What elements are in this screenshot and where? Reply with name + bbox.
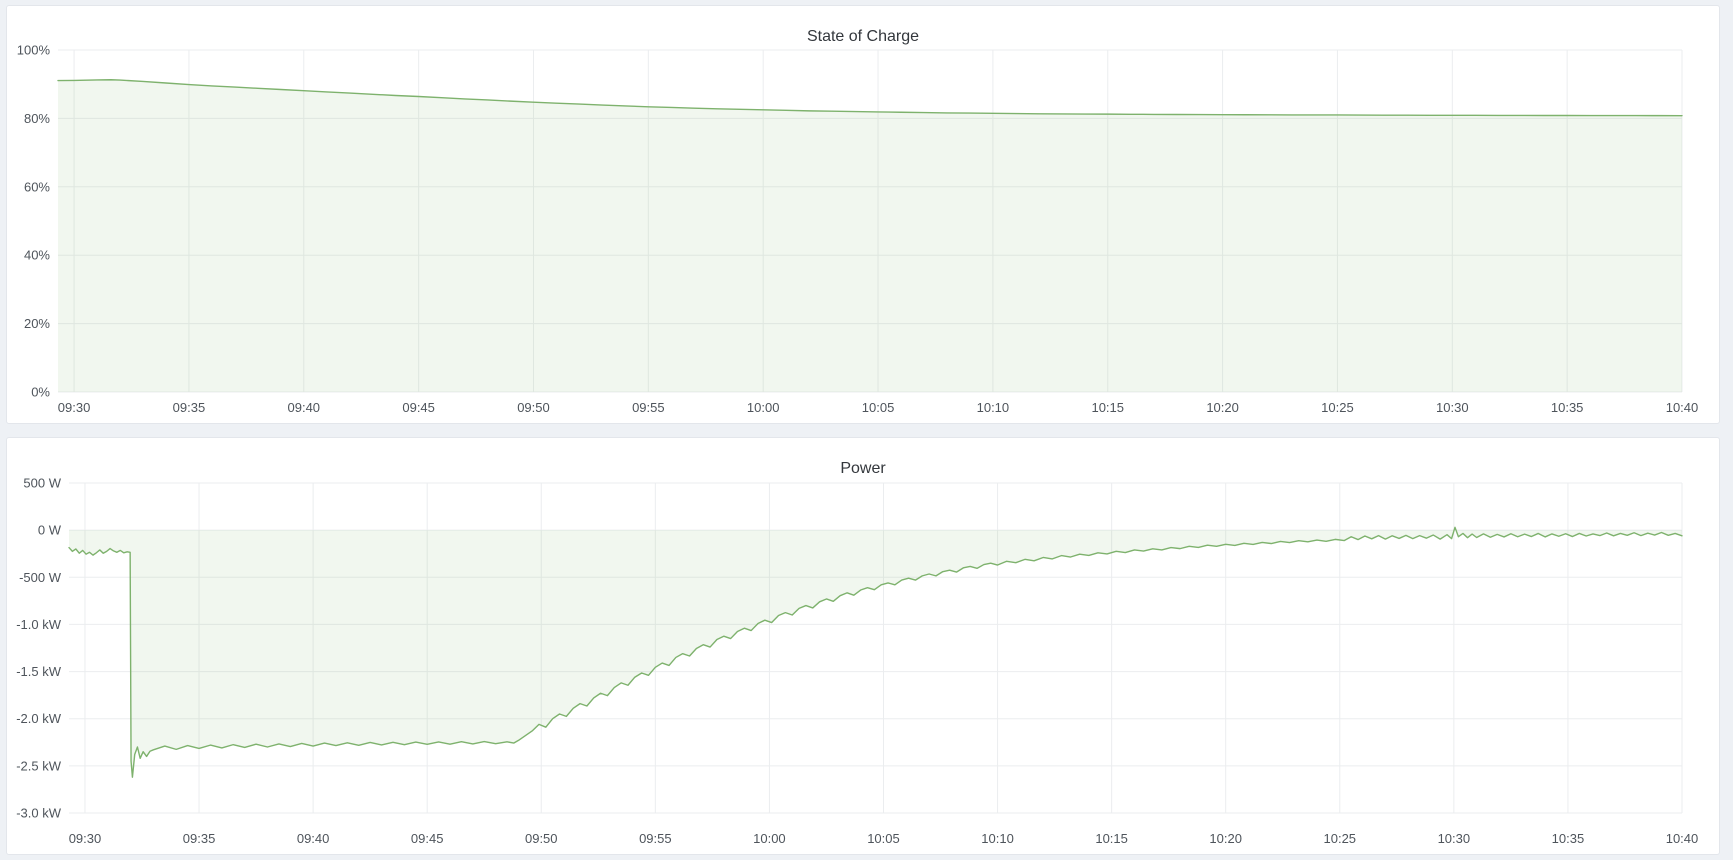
y-axis-tick-label: 20% — [24, 316, 50, 331]
x-axis-tick-label: 10:40 — [1666, 831, 1699, 846]
x-axis-tick-label: 10:10 — [977, 400, 1010, 415]
x-axis-tick-label: 10:05 — [867, 831, 900, 846]
x-axis-tick-label: 09:30 — [69, 831, 102, 846]
x-axis-tick-label: 10:05 — [862, 400, 895, 415]
x-axis-tick-label: 10:15 — [1095, 831, 1128, 846]
y-axis-tick-label: -2.0 kW — [16, 711, 62, 726]
x-axis-tick-label: 09:40 — [288, 400, 321, 415]
x-axis-tick-label: 10:15 — [1091, 400, 1124, 415]
y-axis-tick-label: -1.0 kW — [16, 617, 62, 632]
x-axis-tick-label: 10:30 — [1438, 831, 1471, 846]
x-axis-tick-label: 10:25 — [1321, 400, 1354, 415]
y-axis-tick-label: -500 W — [19, 570, 62, 585]
soc-chart[interactable]: 100%80%60%40%20%0%09:3009:3509:4009:4509… — [7, 6, 1719, 423]
x-axis-tick-label: 10:35 — [1552, 831, 1585, 846]
x-axis-tick-label: 09:55 — [639, 831, 672, 846]
x-axis-tick-label: 10:20 — [1206, 400, 1239, 415]
y-axis-tick-label: 40% — [24, 248, 50, 263]
y-axis-tick-label: -2.5 kW — [16, 758, 62, 773]
y-axis-tick-label: -3.0 kW — [16, 806, 62, 821]
y-axis-tick-label: 0 W — [38, 523, 62, 538]
y-axis-tick-label: -1.5 kW — [16, 664, 62, 679]
x-axis-tick-label: 10:20 — [1209, 831, 1242, 846]
x-axis-tick-label: 09:50 — [517, 400, 550, 415]
power-chart[interactable]: 500 W0 W-500 W-1.0 kW-1.5 kW-2.0 kW-2.5 … — [7, 438, 1719, 854]
y-axis-tick-label: 60% — [24, 179, 50, 194]
x-axis-tick-label: 10:00 — [747, 400, 780, 415]
x-axis-tick-label: 09:30 — [58, 400, 91, 415]
y-axis-tick-label: 0% — [31, 385, 50, 400]
x-axis-tick-label: 10:10 — [981, 831, 1014, 846]
x-axis-tick-label: 10:25 — [1324, 831, 1357, 846]
x-axis-tick-label: 09:35 — [183, 831, 216, 846]
panel-state-of-charge: 100%80%60%40%20%0%09:3009:3509:4009:4509… — [6, 5, 1720, 424]
x-axis-tick-label: 09:40 — [297, 831, 330, 846]
panel-title-power[interactable]: Power — [7, 451, 1719, 487]
x-axis-tick-label: 10:30 — [1436, 400, 1469, 415]
x-axis-tick-label: 10:40 — [1666, 400, 1699, 415]
x-axis-tick-label: 09:55 — [632, 400, 665, 415]
x-axis-tick-label: 09:50 — [525, 831, 558, 846]
x-axis-tick-label: 10:00 — [753, 831, 786, 846]
panel-title-state-of-charge[interactable]: State of Charge — [7, 19, 1719, 55]
x-axis-tick-label: 10:35 — [1551, 400, 1584, 415]
x-axis-tick-label: 09:45 — [402, 400, 435, 415]
y-axis-tick-label: 80% — [24, 111, 50, 126]
panel-power: 500 W0 W-500 W-1.0 kW-1.5 kW-2.0 kW-2.5 … — [6, 437, 1720, 855]
x-axis-tick-label: 09:45 — [411, 831, 444, 846]
x-axis-tick-label: 09:35 — [173, 400, 206, 415]
